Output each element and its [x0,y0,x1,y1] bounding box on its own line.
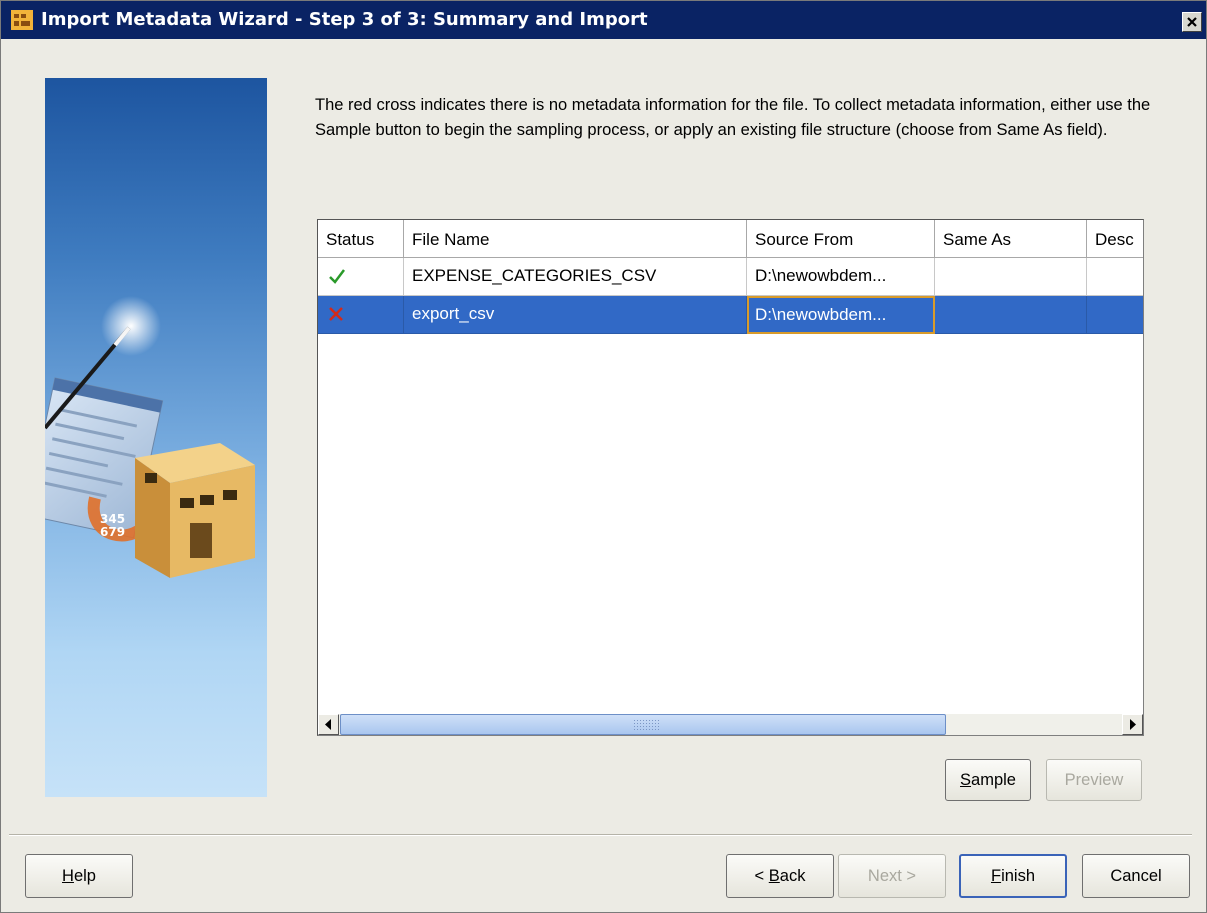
svg-text:679: 679 [100,525,125,539]
cancel-button[interactable]: Cancel [1082,854,1190,898]
description-cell[interactable] [1087,296,1143,334]
red-cross-icon [329,307,343,321]
table-row[interactable]: EXPENSE_CATEGORIES_CSV D:\newowbdem... [318,258,1143,296]
column-header-file-name[interactable]: File Name [404,220,747,258]
scrollbar-thumb[interactable] [340,714,946,735]
check-icon [329,269,345,284]
file-name-cell: EXPENSE_CATEGORIES_CSV [404,258,747,296]
instruction-text: The red cross indicates there is no meta… [315,96,1151,139]
same-as-cell[interactable] [935,258,1087,296]
status-cell [318,296,404,334]
title-bar[interactable]: Import Metadata Wizard - Step 3 of 3: Su… [1,1,1206,39]
finish-button[interactable]: Finish [959,854,1067,898]
help-button[interactable]: Help [25,854,133,898]
scroll-right-button[interactable] [1122,714,1143,735]
column-header-description[interactable]: Desc [1087,220,1143,258]
source-from-cell[interactable]: D:\newowbdem... [747,258,935,296]
table-row-selected[interactable]: export_csv D:\newowbdem... [318,296,1143,334]
scroll-left-button[interactable] [318,714,339,735]
footer-divider [9,834,1192,836]
next-button[interactable]: Next > [838,854,946,898]
preview-button[interactable]: Preview [1046,759,1142,801]
wizard-window: Import Metadata Wizard - Step 3 of 3: Su… [0,0,1207,913]
source-from-cell[interactable]: D:\newowbdem... [747,296,935,334]
window-title: Import Metadata Wizard - Step 3 of 3: Su… [41,9,648,30]
same-as-cell[interactable] [935,296,1087,334]
sample-button[interactable]: Sample [945,759,1031,801]
horizontal-scrollbar[interactable] [318,714,1143,735]
close-button[interactable] [1182,12,1202,32]
column-header-source-from[interactable]: Source From [747,220,935,258]
column-header-same-as[interactable]: Same As [935,220,1087,258]
column-header-status[interactable]: Status [318,220,404,258]
file-metadata-table[interactable]: Status File Name Source From Same As Des… [317,219,1144,736]
wizard-app-icon [11,10,33,30]
close-icon [1187,17,1197,27]
status-cell [318,258,404,296]
description-cell[interactable] [1087,258,1143,296]
file-name-cell: export_csv [404,296,747,334]
svg-text:345: 345 [100,512,125,526]
back-button[interactable]: < Back [726,854,834,898]
arrow-right-icon [1130,719,1136,730]
wizard-banner-image: 345 679 [45,78,267,797]
magic-wand-warehouse-illustration: 345 679 [45,296,255,578]
arrow-left-icon [325,719,331,730]
